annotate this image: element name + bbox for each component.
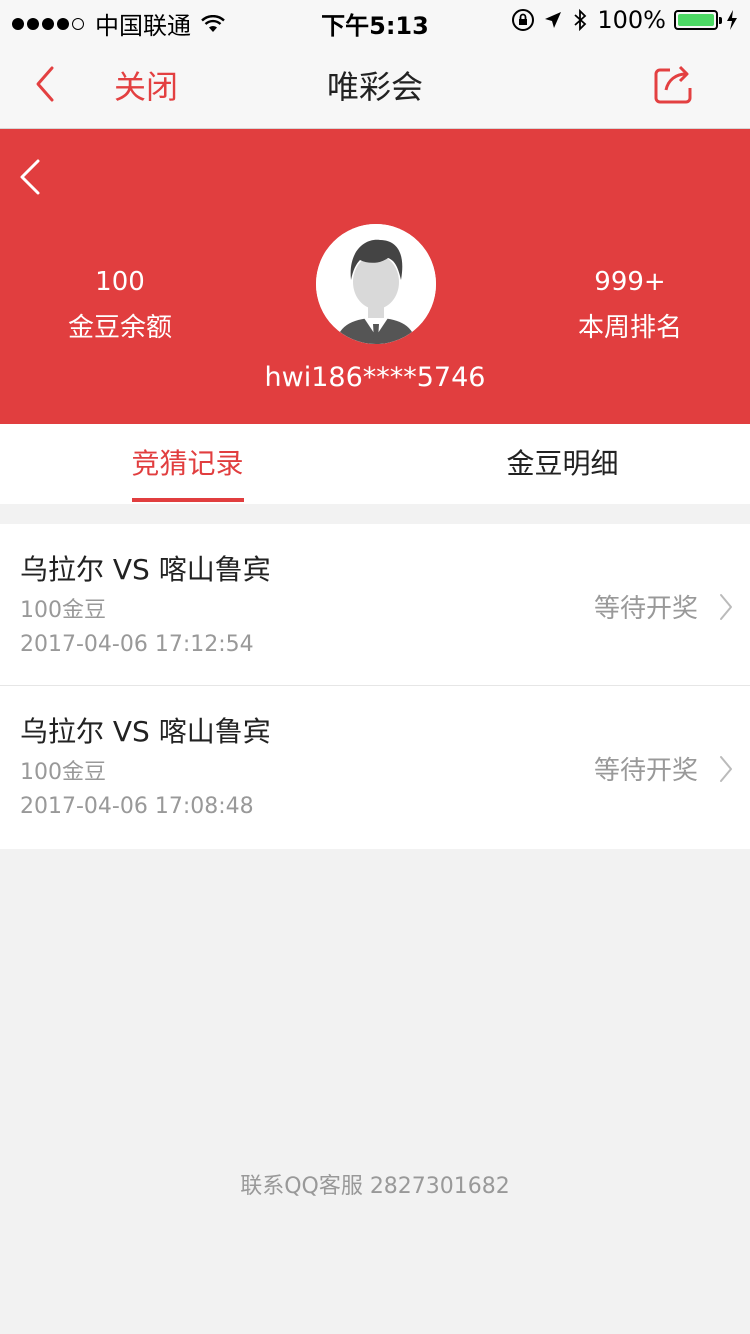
username: hwi186****5746 [264,362,486,393]
status-right: 100% [511,6,738,34]
contact-footer: 联系QQ客服 2827301682 [240,1174,510,1199]
gold-balance-stat: 100 金豆余额 [0,267,240,344]
tab-gold-details[interactable]: 金豆明细 [375,424,750,504]
bluetooth-icon [574,8,587,32]
charging-icon [727,10,737,30]
record-amount: 100金豆 [20,760,106,785]
rank-stat: 999+ 本周排名 [510,267,750,344]
record-status: 等待开奖 [593,756,698,786]
nav-bar: 关闭 唯彩会 [0,40,750,129]
chevron-right-icon [720,594,732,620]
share-icon[interactable] [652,62,696,106]
location-icon [545,12,562,28]
gold-balance-value: 100 [95,267,145,297]
chevron-right-icon [720,756,732,782]
list-item[interactable]: 乌拉尔 VS 喀山鲁宾 100金豆 2017-04-06 17:12:54 等待… [0,524,750,686]
tab-bar: 竞猜记录 金豆明细 [0,424,750,504]
record-match: 乌拉尔 VS 喀山鲁宾 [20,553,271,586]
rotation-lock-icon [512,9,535,31]
avatar-icon [316,224,436,344]
list-item[interactable]: 乌拉尔 VS 喀山鲁宾 100金豆 2017-04-06 17:08:48 等待… [0,686,750,849]
profile-header: 100 金豆余额 999+ 本周排名 hwi186****5746 [0,129,750,424]
record-time: 2017-04-06 17:12:54 [20,632,254,657]
battery-icon [674,10,722,30]
record-amount: 100金豆 [20,598,106,623]
record-match: 乌拉尔 VS 喀山鲁宾 [20,715,271,748]
battery-percent: 100% [597,6,666,34]
header-back-icon[interactable] [14,157,50,197]
rank-value: 999+ [594,267,666,297]
tab-guess-records[interactable]: 竞猜记录 [0,424,375,504]
gold-balance-label: 金豆余额 [67,313,172,343]
record-time: 2017-04-06 17:08:48 [20,794,254,819]
status-bar: 中国联通 下午5:13 100% [0,0,750,40]
record-status: 等待开奖 [593,594,698,624]
records-list: 乌拉尔 VS 喀山鲁宾 100金豆 2017-04-06 17:12:54 等待… [0,524,750,849]
active-tab-indicator [132,498,244,502]
page-title: 唯彩会 [326,68,423,106]
rank-label: 本周排名 [577,313,682,343]
avatar[interactable] [316,224,436,344]
